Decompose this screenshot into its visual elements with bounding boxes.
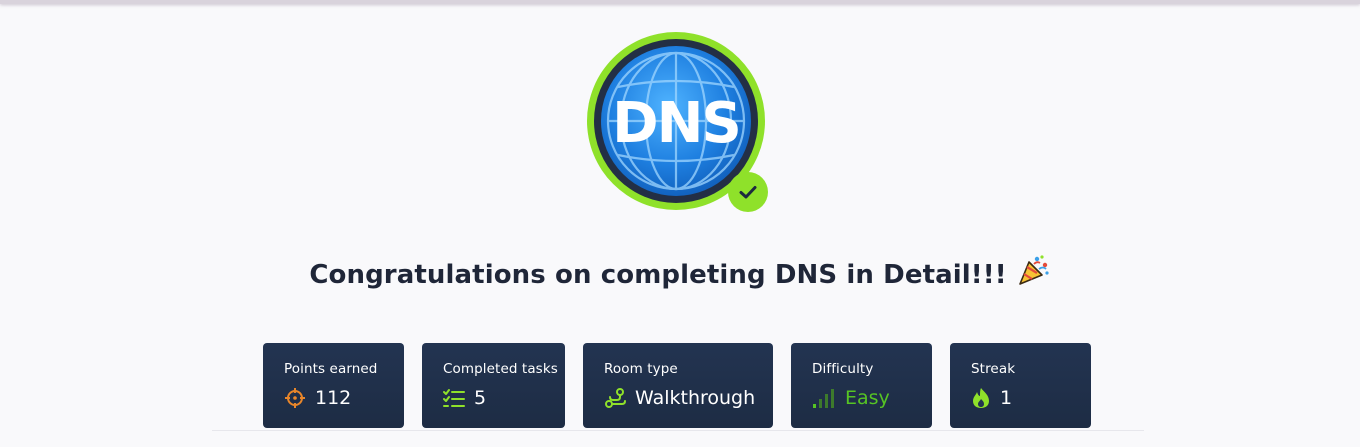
completed-check-icon — [728, 172, 768, 212]
stat-value: 112 — [315, 387, 352, 409]
section-divider — [212, 430, 1144, 431]
stat-value: 5 — [474, 387, 487, 409]
stat-value: Walkthrough — [635, 387, 756, 409]
completion-title: Congratulations on completing DNS in Det… — [0, 253, 1360, 294]
stat-label: Difficulty — [812, 361, 874, 377]
badge-text: DNS — [612, 91, 740, 156]
route-icon — [605, 388, 626, 408]
stat-card-points: Points earned 112 — [263, 343, 404, 428]
stat-card-difficulty: Difficulty Easy — [791, 343, 932, 428]
top-divider-bar — [0, 0, 1360, 4]
flame-icon — [973, 388, 989, 408]
signal-bars-icon — [813, 389, 834, 408]
crosshair-icon — [285, 388, 305, 408]
stat-card-streak: Streak 1 — [950, 343, 1091, 428]
room-badge: DNS — [586, 31, 768, 213]
party-popper-icon — [1017, 253, 1051, 294]
stat-label: Points earned — [284, 361, 378, 377]
stat-value: 1 — [1000, 387, 1013, 409]
stat-value: Easy — [845, 387, 890, 409]
stat-card-room-type: Room type Walkthrough — [583, 343, 773, 428]
stat-label: Streak — [971, 361, 1016, 377]
stat-label: Room type — [604, 361, 678, 377]
completion-title-text: Congratulations on completing DNS in Det… — [309, 260, 1007, 290]
stat-label: Completed tasks — [443, 361, 558, 377]
checklist-icon — [443, 389, 465, 407]
stat-card-completed-tasks: Completed tasks 5 — [422, 343, 565, 428]
